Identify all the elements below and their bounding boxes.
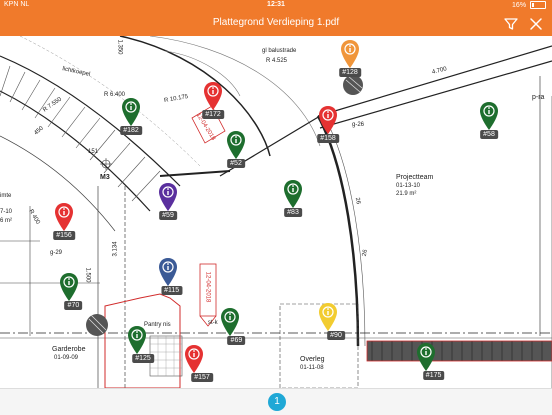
label-dim26: 26 xyxy=(353,197,361,205)
map-marker-icon xyxy=(159,183,177,211)
map-marker-icon xyxy=(319,106,337,134)
map-marker-icon xyxy=(204,82,222,110)
label-6m2: 6 m² xyxy=(0,218,12,224)
map-marker-icon xyxy=(480,102,498,130)
label-g29: g-29 xyxy=(50,250,63,256)
issue-pin-182[interactable]: #182 xyxy=(120,97,142,141)
label-m3: M3 xyxy=(100,174,110,181)
label-balustrade: gl balustrade xyxy=(262,48,297,54)
map-marker-icon xyxy=(417,343,435,371)
floor-plan-drawing xyxy=(0,36,552,388)
pin-label: #156 xyxy=(53,231,75,240)
issue-pin-52[interactable]: #52 xyxy=(226,130,246,174)
pin-label: #58 xyxy=(480,130,498,139)
pin-label: #69 xyxy=(227,336,246,345)
map-marker-icon xyxy=(341,40,359,68)
issue-pin-69[interactable]: #69 xyxy=(220,307,246,351)
label-garderobe-code: 01-09-09 xyxy=(54,355,79,361)
label-710: 7-10 xyxy=(0,209,13,215)
navigation-bar: Plattegrond Verdieping 1.pdf xyxy=(0,12,552,36)
label-projectteam: Projectteam xyxy=(396,174,434,181)
map-marker-icon xyxy=(284,180,302,208)
label-dim151: 151 xyxy=(88,149,99,155)
pin-label: #175 xyxy=(422,371,445,380)
issue-pin-158[interactable]: #158 xyxy=(317,105,339,149)
issue-pin-90[interactable]: #90 xyxy=(318,302,345,346)
label-date-2: 12-04-2018 xyxy=(204,271,211,303)
issue-pin-115[interactable]: #115 xyxy=(158,257,183,301)
status-bar: KPN NL 12:31 16% xyxy=(0,0,552,12)
page-title: Plattegrond Verdieping 1.pdf xyxy=(212,17,340,28)
pin-label: #83 xyxy=(284,208,302,217)
label-g26: g-26 xyxy=(352,122,365,128)
issue-pin-128[interactable]: #128 xyxy=(339,39,361,83)
label-pra: p-ra xyxy=(532,94,545,101)
label-dim3134: 3.134 xyxy=(112,241,119,257)
label-projectteam-area: 21.9 m² xyxy=(396,191,417,197)
issue-pin-172[interactable]: #172 xyxy=(202,81,224,125)
pin-label: #158 xyxy=(317,134,339,143)
issue-pin-58[interactable]: #58 xyxy=(479,101,499,145)
map-marker-icon xyxy=(221,308,239,336)
label-overleg: Overleg xyxy=(300,356,325,363)
page-number-button[interactable]: 1 xyxy=(268,393,286,411)
label-dim26b: 26 xyxy=(361,249,369,257)
issue-pin-83[interactable]: #83 xyxy=(283,179,303,223)
pin-label: #182 xyxy=(120,126,142,135)
map-marker-icon xyxy=(227,131,245,159)
map-marker-icon xyxy=(122,98,140,126)
issue-pin-59[interactable]: #59 xyxy=(158,182,178,226)
issue-pin-156[interactable]: #156 xyxy=(53,202,75,246)
battery-status: 16% xyxy=(512,1,546,9)
pin-label: #157 xyxy=(191,373,213,382)
pin-label: #128 xyxy=(339,68,361,77)
label-dim1500: 1.500 xyxy=(84,267,91,283)
label-dim1350: 1.350 xyxy=(116,39,123,55)
label-r4525: R 4.525 xyxy=(266,58,288,64)
map-marker-icon xyxy=(55,203,73,231)
issue-pin-125[interactable]: #125 xyxy=(127,325,154,369)
label-imte: imte xyxy=(0,193,12,199)
issue-pin-157[interactable]: #157 xyxy=(184,344,213,388)
pin-label: #52 xyxy=(227,159,245,168)
map-marker-icon xyxy=(159,258,177,286)
label-overleg-code: 01-11-08 xyxy=(300,365,324,371)
floor-plan-viewer[interactable]: gl balustrade R 4.525 lichtkoepel R 10.1… xyxy=(0,36,552,388)
map-marker-icon xyxy=(60,273,78,301)
pin-label: #115 xyxy=(161,286,183,295)
map-marker-icon xyxy=(128,326,146,354)
pin-label: #172 xyxy=(202,110,224,119)
map-marker-icon xyxy=(185,345,203,373)
label-garderobe: Garderobe xyxy=(52,346,86,353)
label-pantry: Pantry nis xyxy=(144,322,171,328)
map-marker-icon xyxy=(319,303,337,331)
label-projectteam-code: 01-13-10 xyxy=(396,183,421,189)
battery-icon xyxy=(530,1,546,9)
bottom-bar: 1 xyxy=(0,388,552,415)
pin-label: #70 xyxy=(64,301,83,310)
battery-percent: 16% xyxy=(512,1,527,9)
pin-label: #59 xyxy=(159,211,177,220)
pin-label: #90 xyxy=(327,331,345,340)
issue-pin-70[interactable]: #70 xyxy=(59,272,83,316)
close-button[interactable] xyxy=(528,16,544,32)
label-stk: st-k xyxy=(208,320,218,326)
filter-button[interactable] xyxy=(503,16,519,32)
clock: 12:31 xyxy=(267,1,285,8)
pin-label: #125 xyxy=(132,354,154,363)
issue-pin-175[interactable]: #175 xyxy=(416,342,445,386)
close-icon xyxy=(530,18,542,30)
filter-icon xyxy=(504,18,518,30)
